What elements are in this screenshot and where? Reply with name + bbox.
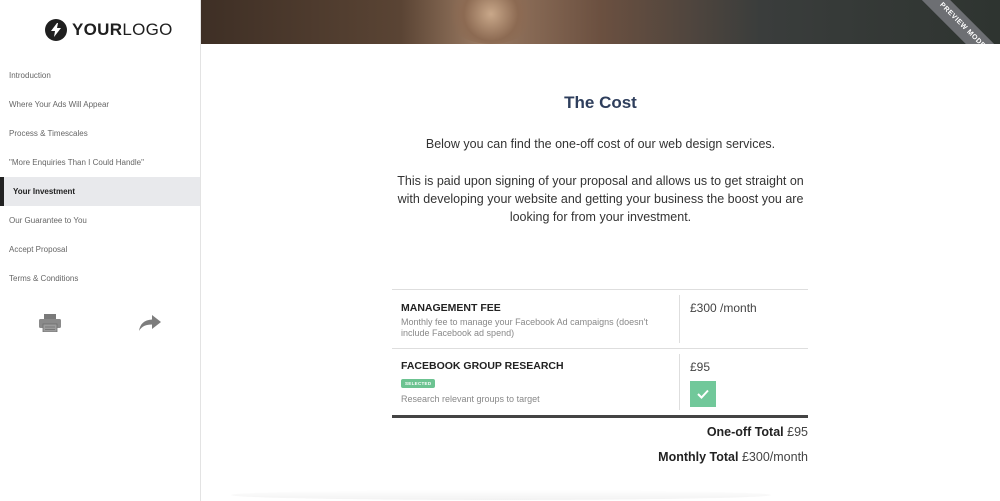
item-price: £300 /month (690, 301, 757, 315)
printer-icon[interactable] (39, 314, 61, 337)
item-name: FACEBOOK GROUP RESEARCH (401, 360, 564, 372)
page-title: The Cost (564, 93, 637, 112)
sidebar-actions (0, 311, 200, 337)
pricing-row: FACEBOOK GROUP RESEARCH SELECTED Researc… (392, 348, 808, 415)
sidebar-item-testimonial[interactable]: "More Enquiries Than I Could Handle" (0, 148, 200, 177)
sidebar-item-process-timescales[interactable]: Process & Timescales (0, 119, 200, 148)
column-divider (679, 354, 680, 410)
preview-mode-label: PREVIEW MODE (910, 0, 1000, 44)
sidebar-item-where-your-ads-will-appear[interactable]: Where Your Ads Will Appear (0, 90, 200, 119)
selected-checkbox[interactable] (690, 381, 716, 407)
item-price: £95 (690, 360, 711, 374)
preview-ribbon: PREVIEW MODE (910, 0, 1000, 44)
sidebar-item-terms-conditions[interactable]: Terms & Conditions (0, 264, 200, 293)
hero-image-highlight (446, 0, 536, 44)
sidebar-item-label: Your Investment (13, 187, 76, 196)
sidebar-item-label: Our Guarantee to You (9, 216, 87, 225)
sidebar-item-label: Introduction (9, 71, 51, 80)
table-bottom-rule (392, 415, 808, 418)
sidebar-item-label: Process & Timescales (9, 129, 88, 138)
logo[interactable]: YOURLOGO (45, 19, 173, 41)
main-content: The Cost Below you can find the one-off … (201, 44, 1000, 501)
logo-text: YOURLOGO (72, 20, 173, 39)
sidebar-item-label: Terms & Conditions (9, 274, 79, 283)
section-shadow (231, 490, 771, 500)
sidebar-item-label: Where Your Ads Will Appear (9, 100, 110, 109)
sidebar-nav: Introduction Where Your Ads Will Appear … (0, 61, 200, 293)
one-off-total-value: £95 (787, 425, 808, 439)
share-arrow-icon[interactable] (139, 315, 161, 336)
sidebar-item-accept-proposal[interactable]: Accept Proposal (0, 235, 200, 264)
item-description: Monthly fee to manage your Facebook Ad c… (401, 317, 648, 338)
checkmark-icon (697, 389, 709, 399)
sidebar-item-your-investment[interactable]: Your Investment (0, 177, 200, 206)
hero-image: PREVIEW MODE (201, 0, 1000, 44)
pricing-table: MANAGEMENT FEE Monthly fee to manage you… (392, 289, 808, 418)
pricing-row: MANAGEMENT FEE Monthly fee to manage you… (392, 289, 808, 348)
one-off-total-label: One-off Total (706, 425, 784, 439)
monthly-total-label: Monthly Total (658, 450, 739, 464)
intro-paragraph: Below you can find the one-off cost of o… (425, 137, 776, 151)
monthly-total-value: £300/month (741, 450, 808, 464)
selected-badge: SELECTED (401, 379, 436, 388)
payment-paragraph: This is paid upon signing of your propos… (397, 174, 804, 224)
one-off-total: One-off Total £95 (392, 425, 808, 439)
column-divider (679, 295, 680, 343)
lightning-bolt-icon (45, 19, 67, 41)
item-description: Research relevant groups to target (401, 394, 540, 404)
sidebar-item-our-guarantee[interactable]: Our Guarantee to You (0, 206, 200, 235)
sidebar-item-introduction[interactable]: Introduction (0, 61, 200, 90)
sidebar-item-label: "More Enquiries Than I Could Handle" (9, 158, 144, 167)
sidebar-item-label: Accept Proposal (9, 245, 68, 254)
monthly-total: Monthly Total £300/month (392, 450, 808, 464)
item-name: MANAGEMENT FEE (401, 302, 501, 314)
sidebar: YOURLOGO Introduction Where Your Ads Wil… (0, 0, 201, 501)
